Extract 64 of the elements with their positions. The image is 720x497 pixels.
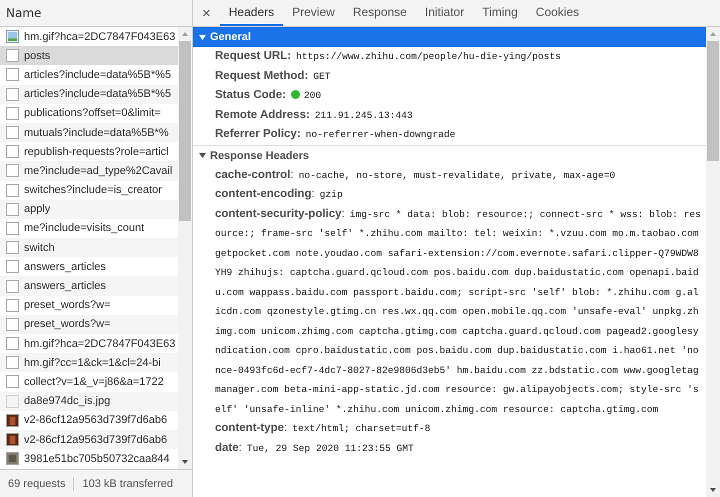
document-icon [6, 164, 19, 178]
tab[interactable]: Initiator [416, 0, 474, 26]
status-text: 69 requests [8, 478, 66, 490]
expand-triangle-icon[interactable] [199, 152, 206, 159]
request-row[interactable]: articles?include=data%5B*%5 [0, 84, 178, 104]
document-icon [6, 49, 19, 62]
request-row[interactable]: preset_words?w= [0, 296, 178, 315]
section-header[interactable]: General [193, 27, 706, 47]
close-button[interactable]: × [193, 0, 220, 26]
document-icon [6, 260, 19, 274]
header-entry: Remote Address: 211.91.245.13:443 [214, 108, 414, 122]
request-row[interactable]: switch [0, 238, 178, 258]
request-row[interactable]: mutuals?include=data%5B*% [0, 122, 178, 142]
request-row[interactable]: hm.gif?cc=1&ck=1&cl=24-bi [0, 353, 178, 372]
request-row[interactable]: switches?include=is_creator [0, 180, 178, 200]
header-entry: Request Method: GET [214, 68, 332, 84]
tab[interactable]: Preview [283, 0, 344, 26]
document-icon [6, 68, 19, 82]
document-icon [6, 126, 19, 140]
request-row[interactable]: me?include=ad_type%2Cavail [0, 161, 178, 180]
document-icon [6, 337, 19, 350]
scrollbar-thumb[interactable] [707, 41, 719, 161]
tab[interactable]: Response [344, 0, 416, 26]
request-row[interactable]: answers_articles [0, 257, 178, 276]
tab[interactable]: Timing [473, 0, 527, 26]
document-icon [6, 318, 19, 331]
section-header[interactable]: Response Headers [193, 144, 706, 166]
header-entry: Referrer Policy: no-referrer-when-downgrade [214, 127, 456, 142]
document-icon [6, 145, 19, 158]
expand-triangle-icon[interactable] [199, 34, 206, 40]
header-entry: date: Tue, 29 Sep 2020 11:23:55 GMT [214, 440, 415, 456]
scrollbar[interactable] [178, 27, 192, 469]
header-entry: cache-control: no-cache, no-store, must-revalidate, private, max-age=0 [214, 168, 616, 182]
request-row[interactable]: preset_words?w= [0, 314, 178, 334]
image-thumbnail-icon [6, 433, 19, 446]
header-entry: Status Code: 200 [214, 88, 322, 103]
scrollbar[interactable] [706, 27, 720, 497]
request-row[interactable]: apply [0, 200, 178, 219]
tab[interactable]: Cookies [526, 0, 588, 26]
header-entry: Request URL: https://www.zhihu.com/people/hu-die-ying/posts [214, 49, 562, 64]
request-row[interactable]: republish-requests?role=articl [0, 142, 178, 162]
document-icon [6, 202, 19, 216]
document-icon [6, 241, 19, 254]
document-icon [6, 298, 19, 312]
header-entry: content-type: text/html; charset=utf-8 [214, 421, 432, 436]
document-icon [6, 88, 19, 101]
request-row[interactable]: posts [0, 46, 178, 66]
request-row[interactable]: da8e974dc_is.jpg [0, 392, 178, 411]
request-row[interactable]: answers_articles [0, 276, 178, 296]
document-icon [6, 106, 19, 120]
image-thumbnail-icon [6, 414, 19, 427]
status-text: 103 kB transferred [82, 478, 173, 490]
document-icon [6, 356, 19, 370]
header-entry: content-encoding: gzip [214, 187, 344, 202]
image-thumbnail-icon [6, 452, 19, 466]
scrollbar-thumb[interactable] [179, 41, 191, 221]
document-icon [6, 375, 19, 388]
document-icon [6, 280, 19, 293]
column-header[interactable]: Name [0, 0, 192, 27]
request-row[interactable]: v2-86cf12a9563d739f7d6ab6 [0, 430, 178, 450]
image-file-icon [6, 30, 19, 44]
document-icon [6, 184, 19, 197]
blank-image-icon [6, 394, 19, 408]
document-icon [6, 222, 19, 235]
